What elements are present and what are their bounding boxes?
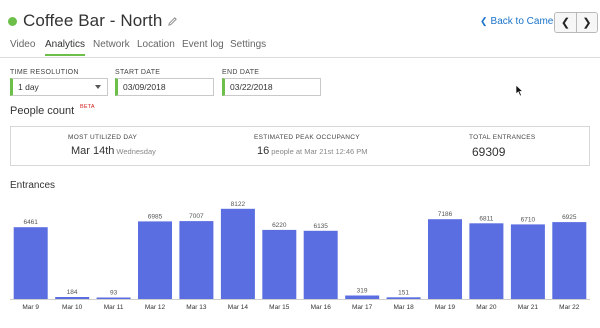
bar-mar-10[interactable] — [55, 297, 90, 299]
total-entrances-label: TOTAL ENTRANCES — [469, 134, 536, 141]
data-label: 319 — [357, 288, 368, 295]
x-tick-label: Mar 10 — [62, 304, 83, 311]
time-resolution-select[interactable]: 1 day — [10, 78, 108, 96]
bar-mar-16[interactable] — [303, 230, 338, 299]
x-tick-label: Mar 20 — [476, 304, 497, 311]
bar-mar-9[interactable] — [13, 227, 48, 299]
chevron-left-icon: ❮ — [560, 17, 571, 29]
x-tick-label: Mar 11 — [104, 304, 124, 311]
bar-mar-13[interactable] — [179, 221, 214, 299]
bar-mar-18[interactable] — [386, 297, 421, 299]
most-utilized-day-date: Mar 14th — [71, 145, 115, 157]
end-date-input[interactable]: 03/22/2018 — [222, 78, 321, 96]
peak-occupancy-value: 16 people at Mar 21st 12:46 PM — [257, 145, 368, 157]
x-tick-label: Mar 12 — [145, 304, 166, 311]
data-label: 6985 — [148, 213, 163, 220]
total-entrances-value: 69309 — [472, 145, 506, 159]
bar-mar-15[interactable] — [262, 229, 297, 299]
tab-settings[interactable]: Settings — [230, 38, 266, 56]
data-label: 151 — [398, 289, 409, 296]
time-resolution-label: TIME RESOLUTION — [10, 69, 79, 76]
x-tick-label: Mar 14 — [228, 304, 249, 311]
data-label: 6135 — [313, 223, 328, 230]
x-tick-label: Mar 17 — [352, 304, 373, 311]
data-label: 7007 — [189, 213, 204, 220]
x-tick-label: Mar 9 — [22, 304, 39, 311]
camera-pager: ❮ ❯ — [554, 12, 598, 33]
entrances-bar-chart: 6461 Mar 9 184 Mar 10 93 Mar 11 6985 Mar 12 7007… — [10, 201, 590, 311]
chevron-left-icon: ❮ — [480, 16, 488, 26]
chevron-down-icon — [95, 85, 101, 89]
most-utilized-day-value: Mar 14th Wednesday — [71, 145, 156, 157]
beta-badge: BETA — [80, 104, 95, 110]
start-date-input[interactable]: 03/09/2018 — [115, 78, 214, 96]
start-date-value: 03/09/2018 — [123, 82, 166, 92]
time-resolution-value: 1 day — [18, 82, 39, 92]
end-date-label: END DATE — [222, 69, 260, 76]
bar-mar-12[interactable] — [138, 221, 172, 299]
bar-mar-17[interactable] — [345, 295, 380, 300]
page-title: Coffee Bar - North — [23, 11, 163, 30]
data-label: 6461 — [23, 219, 38, 226]
pencil-icon[interactable] — [167, 16, 178, 27]
most-utilized-day-weekday: Wednesday — [116, 147, 156, 156]
data-label: 8122 — [231, 201, 246, 208]
x-tick-label: Mar 21 — [518, 304, 539, 311]
tab-network[interactable]: Network — [93, 38, 130, 56]
bar-mar-22[interactable] — [552, 222, 587, 299]
tab-analytics[interactable]: Analytics — [45, 38, 86, 56]
people-count-title: People count — [10, 105, 75, 117]
start-date-label: START DATE — [115, 69, 161, 76]
bar-mar-14[interactable] — [220, 208, 255, 299]
tab-bar: Video Analytics Network Location Event l… — [0, 36, 600, 58]
peak-occupancy-label: ESTIMATED PEAK OCCUPANCY — [254, 134, 360, 141]
tab-location[interactable]: Location — [137, 38, 175, 56]
tab-event-log[interactable]: Event log — [182, 38, 224, 56]
data-label: 184 — [67, 289, 78, 296]
entrances-title: Entrances — [10, 180, 56, 191]
status-dot — [8, 16, 17, 26]
data-label: 6710 — [521, 216, 536, 223]
most-utilized-day-label: MOST UTILIZED DAY — [68, 134, 138, 141]
bar-mar-11[interactable] — [96, 297, 131, 300]
data-label: 6925 — [562, 214, 577, 221]
data-label: 93 — [110, 290, 118, 297]
next-camera-button[interactable]: ❯ — [576, 13, 597, 32]
people-count-summary: MOST UTILIZED DAY Mar 14th Wednesday ESTI… — [10, 126, 590, 166]
mouse-pointer-icon — [515, 84, 524, 97]
tab-video[interactable]: Video — [10, 38, 35, 56]
bar-mar-19[interactable] — [428, 219, 462, 299]
x-tick-label: Mar 16 — [311, 304, 332, 311]
x-tick-label: Mar 22 — [559, 304, 580, 311]
x-tick-label: Mar 19 — [435, 304, 456, 311]
camera-header: Coffee Bar - North — [8, 8, 178, 34]
chevron-right-icon: ❯ — [582, 17, 592, 29]
peak-occupancy-number: 16 — [257, 145, 270, 157]
previous-camera-button[interactable]: ❮ — [555, 13, 576, 32]
data-label: 7186 — [438, 211, 453, 218]
bar-mar-21[interactable] — [510, 224, 545, 299]
bar-mar-20[interactable] — [469, 223, 504, 299]
data-label: 6220 — [272, 222, 287, 229]
peak-occupancy-detail: people at Mar 21st 12:46 PM — [271, 147, 368, 156]
x-tick-label: Mar 15 — [269, 304, 290, 311]
data-label: 6811 — [479, 215, 493, 222]
x-tick-label: Mar 18 — [393, 304, 414, 311]
x-tick-label: Mar 13 — [186, 304, 207, 311]
end-date-value: 03/22/2018 — [230, 82, 273, 92]
